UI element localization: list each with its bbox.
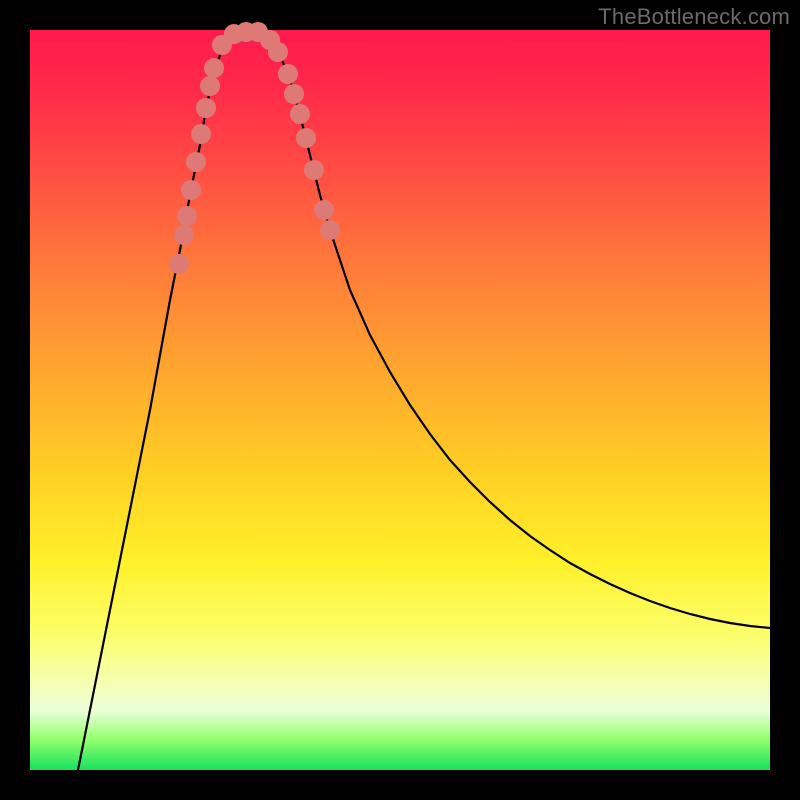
marker-dot	[174, 225, 194, 245]
marker-dot	[200, 76, 220, 96]
marker-dot	[186, 152, 206, 172]
marker-dot	[169, 254, 189, 274]
chart-svg	[30, 30, 770, 770]
marker-dot	[320, 220, 340, 240]
marker-dot	[191, 124, 211, 144]
marker-dot	[304, 160, 324, 180]
marker-dot	[177, 206, 197, 226]
watermark-text: TheBottleneck.com	[598, 4, 790, 30]
marker-dot	[181, 180, 201, 200]
marker-dot	[278, 64, 298, 84]
marker-dot	[284, 84, 304, 104]
marker-dot	[196, 98, 216, 118]
marker-dot	[204, 58, 224, 78]
marker-dot	[296, 128, 316, 148]
chart-plot-area	[30, 30, 770, 770]
marker-dot	[314, 200, 334, 220]
marker-dot	[290, 104, 310, 124]
bottleneck-curve	[70, 32, 770, 800]
marker-dots-group	[169, 22, 340, 274]
marker-dot	[268, 42, 288, 62]
app-frame: TheBottleneck.com	[0, 0, 800, 800]
